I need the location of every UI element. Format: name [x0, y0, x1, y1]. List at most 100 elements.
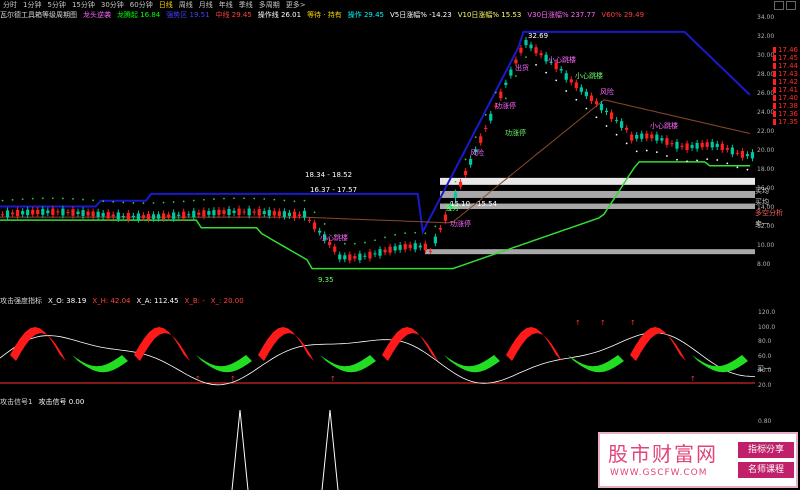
- candle-body: [111, 214, 115, 217]
- price-tag: 17.44: [772, 62, 798, 70]
- trend-dot: [82, 198, 84, 201]
- candle-body: [514, 59, 518, 64]
- trend-dot: [233, 197, 235, 200]
- candle-body: [66, 211, 70, 213]
- tab-3[interactable]: 15分钟: [69, 0, 98, 10]
- tab-1[interactable]: 1分钟: [20, 0, 44, 10]
- candle-body: [675, 141, 679, 149]
- candle-body: [5, 210, 10, 218]
- candle-body: [106, 212, 110, 219]
- trend-dot: [615, 133, 618, 136]
- osc-ribbon: [258, 327, 314, 361]
- side-button-2[interactable]: 多空分析: [755, 208, 783, 218]
- candle-body: [81, 210, 85, 217]
- osc-axis-label: 120.0: [758, 309, 776, 316]
- candle-body: [287, 212, 292, 217]
- chart-annotation: 小心跳楼: [320, 233, 348, 242]
- tab-12[interactable]: 更多>: [283, 0, 309, 10]
- osc-ribbon: [692, 355, 748, 373]
- trend-dot: [686, 160, 688, 163]
- support-zone: [425, 249, 755, 255]
- tab-4[interactable]: 30分钟: [98, 0, 127, 10]
- trend-dot: [162, 201, 165, 204]
- tab-10[interactable]: 季线: [236, 0, 256, 10]
- tab-8[interactable]: 月线: [196, 0, 216, 10]
- trend-dot: [494, 91, 497, 94]
- trend-dot: [454, 180, 457, 183]
- tab-6[interactable]: 日线: [156, 0, 176, 10]
- main-legend-item-0: 瓦尔德工具箱等级周期图: [0, 11, 77, 19]
- main-legend-item-1: 龙头逆袭: [83, 11, 111, 19]
- osc-marker: ↑: [230, 375, 236, 383]
- main-axis-label: 26.00: [757, 90, 775, 97]
- trend-dot: [655, 151, 658, 154]
- candle-body: [257, 209, 261, 216]
- candle-body: [670, 143, 674, 145]
- candle-body: [202, 210, 206, 217]
- candle-body: [700, 142, 704, 148]
- candle-body: [564, 73, 568, 80]
- close-icon[interactable]: [786, 0, 796, 10]
- candle-body: [383, 249, 387, 253]
- trend-dot: [11, 198, 14, 201]
- trend-dot: [424, 232, 427, 235]
- candlestick-chart[interactable]: 32.69小心跳楼出货小心跳楼风险功涨停功涨停小心跳楼风险强势功涨停小心跳楼9.…: [0, 20, 755, 295]
- osc-ribbon: [630, 327, 686, 361]
- minimize-icon[interactable]: [774, 0, 784, 10]
- candle-body: [398, 245, 402, 250]
- teacher-course-badge[interactable]: 名师课程: [738, 462, 794, 478]
- tab-0[interactable]: 分时: [0, 0, 20, 10]
- osc-axis-label: 20.0: [758, 381, 772, 389]
- main-axis-label: 20.00: [757, 147, 775, 154]
- trend-dot: [202, 198, 205, 201]
- chart-annotation: 功涨停: [450, 219, 471, 228]
- candle-body: [217, 209, 221, 215]
- tab-5[interactable]: 60分钟: [127, 0, 156, 10]
- candle-body: [167, 214, 171, 218]
- candle-body: [690, 145, 694, 148]
- candle-body: [524, 39, 528, 46]
- tab-2[interactable]: 5分钟: [44, 0, 68, 10]
- osc-legend-item-2: X_H: 42.04: [92, 297, 131, 305]
- candle-body: [91, 211, 95, 217]
- candle-body: [297, 214, 302, 216]
- candle-body: [101, 212, 105, 217]
- trend-dot: [353, 242, 356, 245]
- candle-body: [625, 127, 629, 130]
- trend-dot: [404, 232, 407, 235]
- osc-marker: ↑: [600, 319, 606, 327]
- candle-body: [46, 210, 50, 214]
- tab-9[interactable]: 年线: [216, 0, 236, 10]
- tab-11[interactable]: 多周期: [256, 0, 283, 10]
- candle-body: [368, 251, 372, 259]
- chart-annotation: 小心跳楼: [548, 55, 576, 64]
- candle-body: [272, 211, 276, 216]
- candle-body: [458, 181, 463, 187]
- trend-dot: [384, 236, 386, 239]
- trend-dot: [273, 198, 276, 201]
- candle-body: [136, 213, 141, 220]
- oscillator-chart[interactable]: ↑ ↑ ↑ ↑ ↑ ↑ ↑: [0, 305, 755, 395]
- candle-body: [312, 222, 317, 230]
- candle-body: [252, 211, 256, 213]
- chart-annotation: 9.35: [318, 276, 334, 284]
- side-button-3[interactable]: 卖一: [755, 219, 769, 229]
- candle-body: [247, 208, 251, 216]
- candle-body: [428, 251, 432, 253]
- trend-dot: [464, 158, 467, 161]
- side-button-0[interactable]: 买均: [755, 186, 769, 196]
- trend-dot: [696, 159, 699, 162]
- side-button-1[interactable]: 买均: [755, 197, 769, 207]
- main-axis-label: 32.00: [757, 33, 775, 40]
- candle-body: [151, 214, 156, 219]
- candle-body: [635, 134, 639, 139]
- tab-7[interactable]: 周线: [176, 0, 196, 10]
- trend-dot: [666, 155, 668, 157]
- trend-dot: [62, 197, 64, 200]
- candle-body: [484, 127, 488, 129]
- candle-body: [534, 47, 538, 54]
- candle-body: [720, 143, 724, 151]
- main-legend-item-6: 等待 · 持有: [307, 11, 342, 19]
- trend-dot: [223, 197, 225, 200]
- main-legend-item-4: 中线 29.45: [215, 11, 252, 19]
